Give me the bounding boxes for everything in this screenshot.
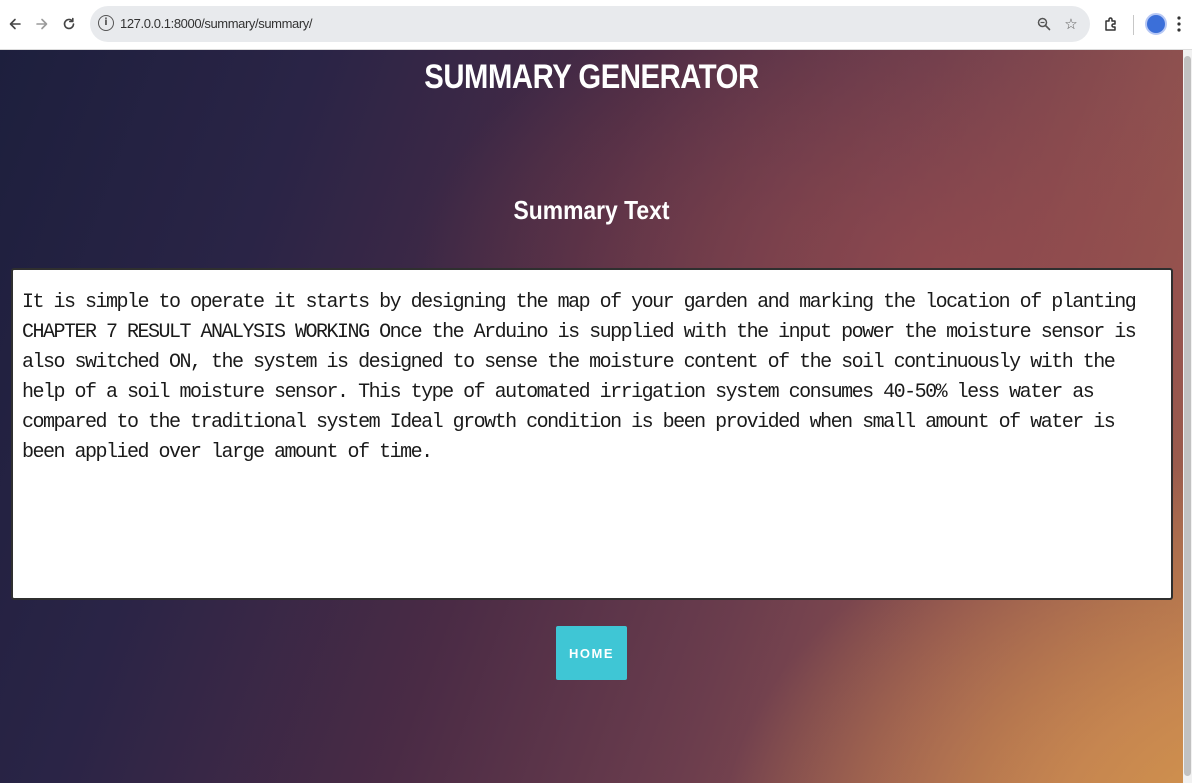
reload-icon[interactable] (58, 12, 80, 36)
page-title: SUMMARY GENERATOR (424, 58, 759, 96)
menu-dots-icon[interactable] (1172, 13, 1186, 35)
site-info-icon[interactable]: i (98, 15, 114, 31)
vertical-scrollbar[interactable] (1183, 50, 1192, 783)
bookmark-star-icon[interactable]: ☆ (1061, 14, 1081, 34)
home-button[interactable]: HOME (556, 626, 627, 680)
extensions-puzzle-icon[interactable] (1100, 13, 1122, 35)
toolbar-divider (1133, 15, 1134, 35)
zoom-icon[interactable] (1034, 14, 1054, 34)
back-arrow-icon[interactable] (4, 12, 26, 36)
url-text[interactable]: 127.0.0.1:8000/summary/summary/ (120, 16, 312, 31)
page-body: SUMMARY GENERATOR Summary Text It is sim… (0, 50, 1183, 783)
browser-toolbar: i 127.0.0.1:8000/summary/summary/ ☆ (0, 0, 1192, 50)
summary-textarea[interactable]: It is simple to operate it starts by des… (11, 268, 1173, 600)
scrollbar-thumb[interactable] (1184, 56, 1191, 776)
address-bar[interactable]: i 127.0.0.1:8000/summary/summary/ ☆ (90, 6, 1090, 42)
section-heading: Summary Text (513, 195, 670, 225)
forward-arrow-icon[interactable] (31, 12, 53, 36)
profile-avatar[interactable] (1145, 13, 1167, 35)
